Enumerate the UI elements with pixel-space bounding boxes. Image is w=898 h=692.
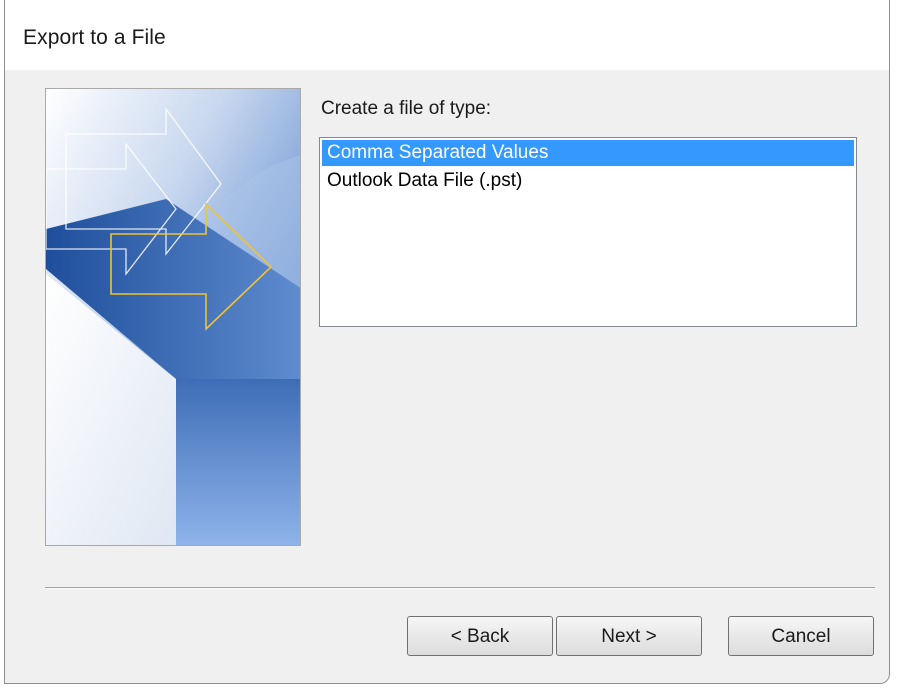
list-item-comma-separated-values[interactable]: Comma Separated Values	[322, 140, 854, 166]
wizard-banner-image	[45, 88, 301, 546]
next-button[interactable]: Next >	[556, 616, 702, 656]
back-button[interactable]: < Back	[407, 616, 553, 656]
cancel-button[interactable]: Cancel	[728, 616, 874, 656]
button-separator	[45, 587, 875, 589]
list-item-outlook-data-file[interactable]: Outlook Data File (.pst)	[322, 168, 854, 194]
file-type-listbox[interactable]: Comma Separated Values Outlook Data File…	[319, 137, 857, 327]
dialog-title: Export to a File	[23, 26, 166, 49]
file-type-label: Create a file of type:	[321, 98, 492, 119]
export-arrows-illustration-icon	[46, 89, 300, 545]
title-bar: Export to a File	[5, 0, 889, 70]
export-dialog: Export to a File Create a file of type: …	[4, 0, 890, 684]
